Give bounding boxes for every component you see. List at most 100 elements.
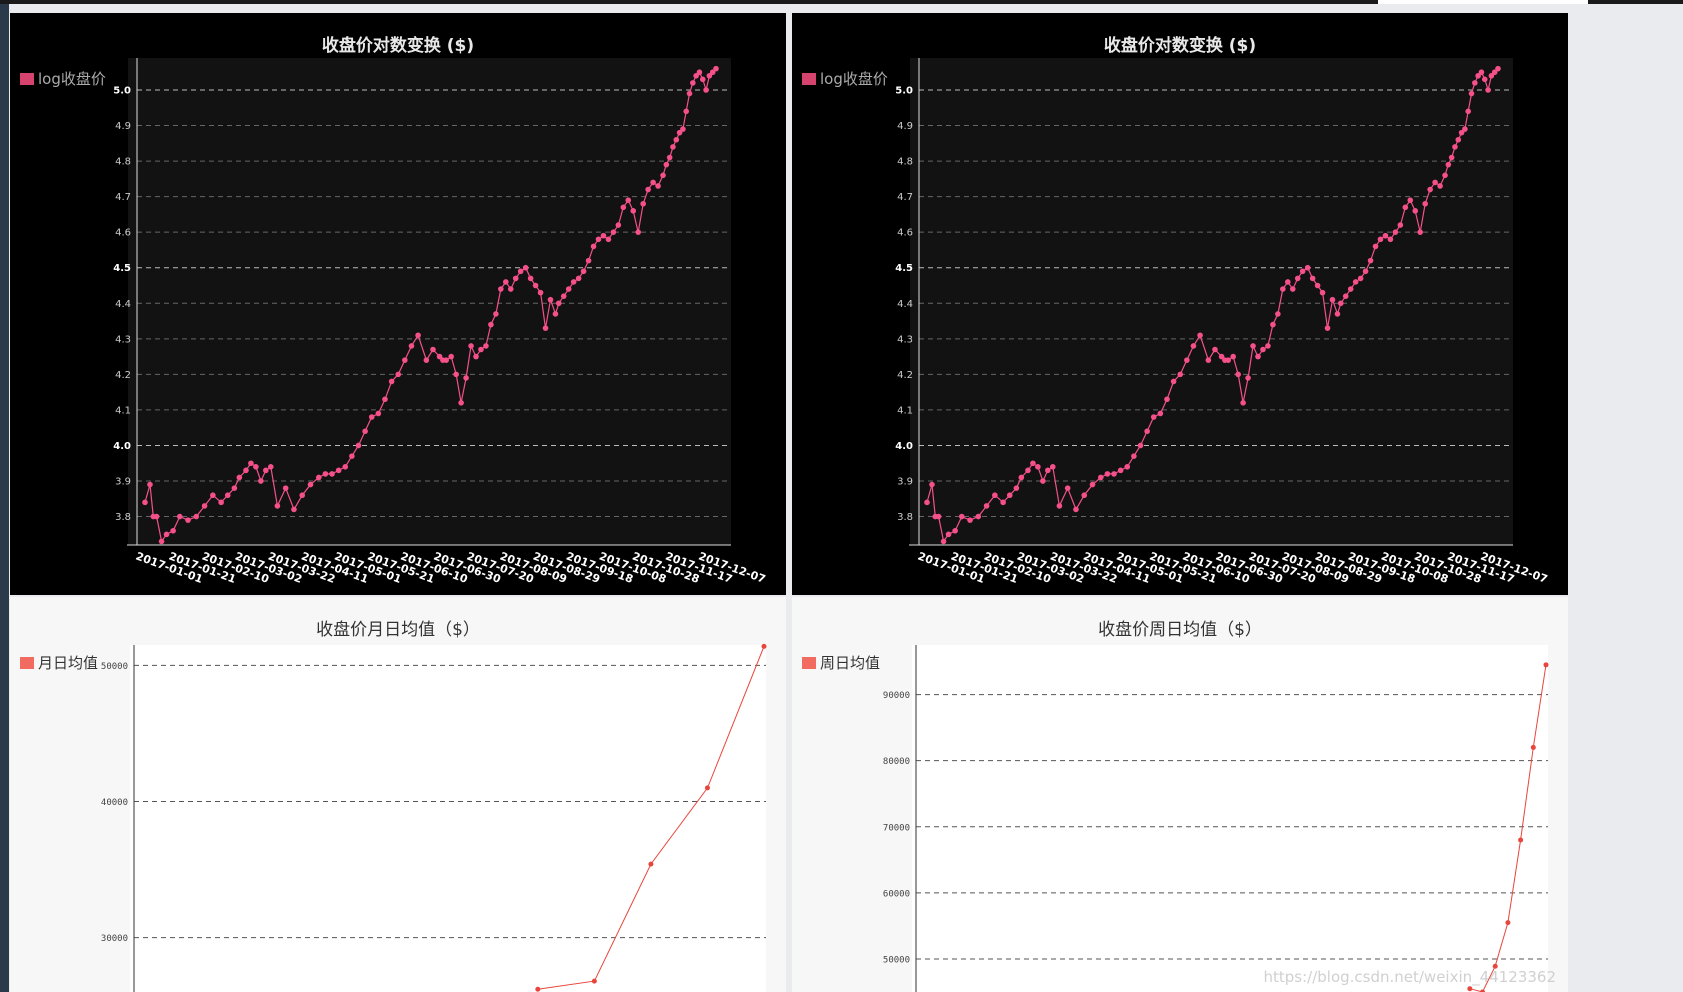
data-point	[1150, 414, 1157, 420]
data-point	[248, 460, 254, 467]
data-point	[575, 275, 582, 282]
plot-area	[130, 645, 766, 992]
data-point	[527, 275, 534, 282]
data-point	[1448, 154, 1455, 161]
data-point	[1452, 144, 1458, 150]
data-point	[1392, 229, 1399, 235]
data-point	[147, 481, 153, 488]
data-point	[1157, 410, 1164, 417]
data-point	[307, 481, 314, 488]
data-point	[423, 357, 430, 363]
y-tick-label: 4.3	[115, 334, 131, 345]
data-point	[349, 453, 355, 459]
data-point	[522, 264, 529, 271]
data-point	[704, 785, 710, 791]
left-edge	[0, 4, 9, 992]
data-point	[590, 243, 597, 250]
data-point	[1329, 296, 1336, 303]
data-point	[163, 531, 170, 538]
data-point	[570, 279, 577, 285]
data-point	[560, 293, 567, 299]
data-point	[1314, 282, 1321, 289]
data-point	[267, 463, 274, 470]
data-point	[443, 357, 450, 363]
data-point	[686, 90, 693, 97]
data-point	[1040, 478, 1046, 484]
data-point	[580, 268, 587, 275]
data-point	[1478, 69, 1485, 76]
data-point	[231, 485, 238, 491]
data-point	[1164, 396, 1170, 403]
data-point	[218, 499, 224, 506]
y-tick-label: 3.9	[115, 477, 131, 488]
data-point	[1377, 236, 1384, 243]
data-point	[185, 517, 191, 523]
data-point	[1275, 311, 1281, 317]
data-point	[478, 346, 484, 353]
data-point	[1260, 346, 1266, 353]
data-point	[630, 208, 637, 214]
data-point	[488, 321, 494, 328]
data-point	[1000, 499, 1006, 506]
data-point	[263, 467, 269, 474]
data-point	[493, 311, 499, 317]
data-point	[1352, 279, 1359, 285]
data-point	[291, 506, 297, 513]
data-point	[673, 136, 680, 143]
data-point	[1205, 357, 1212, 363]
data-point	[1184, 357, 1190, 363]
plot-area	[910, 58, 1513, 545]
data-point	[507, 286, 514, 292]
y-tick-label: 60000	[883, 889, 910, 899]
data-point	[395, 371, 402, 378]
y-tick-label: 4.7	[897, 192, 913, 203]
data-point	[1225, 357, 1232, 363]
y-tick-label: 4.8	[897, 157, 913, 168]
data-point	[1097, 474, 1104, 481]
data-point	[1432, 179, 1438, 186]
data-point	[975, 513, 982, 520]
data-point	[517, 268, 524, 275]
data-point	[1025, 467, 1031, 474]
data-point	[547, 296, 554, 303]
data-point	[1240, 400, 1246, 406]
data-point	[1427, 186, 1433, 193]
data-point	[1294, 275, 1301, 282]
data-point	[415, 332, 421, 339]
data-point	[1250, 343, 1256, 349]
data-point	[1505, 920, 1511, 926]
data-point	[1485, 87, 1491, 93]
y-tick-label: 4.8	[115, 157, 131, 168]
data-point	[1304, 264, 1311, 271]
top-bar-gap	[1378, 0, 1588, 4]
chart-svg: 3.83.94.04.14.24.34.44.54.64.74.84.95.02…	[113, 58, 767, 586]
data-point	[1445, 161, 1452, 168]
data-point	[924, 499, 930, 506]
data-point	[1081, 492, 1088, 499]
chart-panel-weekly-mean: 收盘价周日均值（$） 周日均值 50000 60000 70000 80000 9000…	[792, 597, 1568, 992]
y-tick-label: 4.0	[113, 441, 131, 452]
y-tick-label: 3.8	[897, 512, 913, 523]
data-point	[1144, 428, 1150, 435]
plot-area	[128, 58, 731, 545]
data-point	[402, 357, 408, 363]
data-point	[945, 531, 952, 538]
data-point	[498, 286, 504, 292]
data-point	[210, 492, 216, 499]
data-point	[388, 378, 395, 385]
y-tick-label: 4.2	[897, 370, 913, 381]
data-point	[1045, 467, 1051, 474]
data-point	[176, 513, 183, 520]
data-point	[430, 346, 436, 353]
data-point	[585, 257, 592, 264]
data-point	[1342, 293, 1349, 299]
data-point	[655, 183, 661, 189]
data-point	[1056, 503, 1063, 509]
data-point	[1190, 343, 1197, 349]
data-point	[468, 343, 474, 349]
data-point	[1117, 467, 1124, 474]
data-point	[1543, 662, 1549, 668]
y-tick-label: 40000	[101, 798, 128, 808]
data-point	[1289, 286, 1296, 292]
y-tick-label: 50000	[101, 662, 128, 672]
